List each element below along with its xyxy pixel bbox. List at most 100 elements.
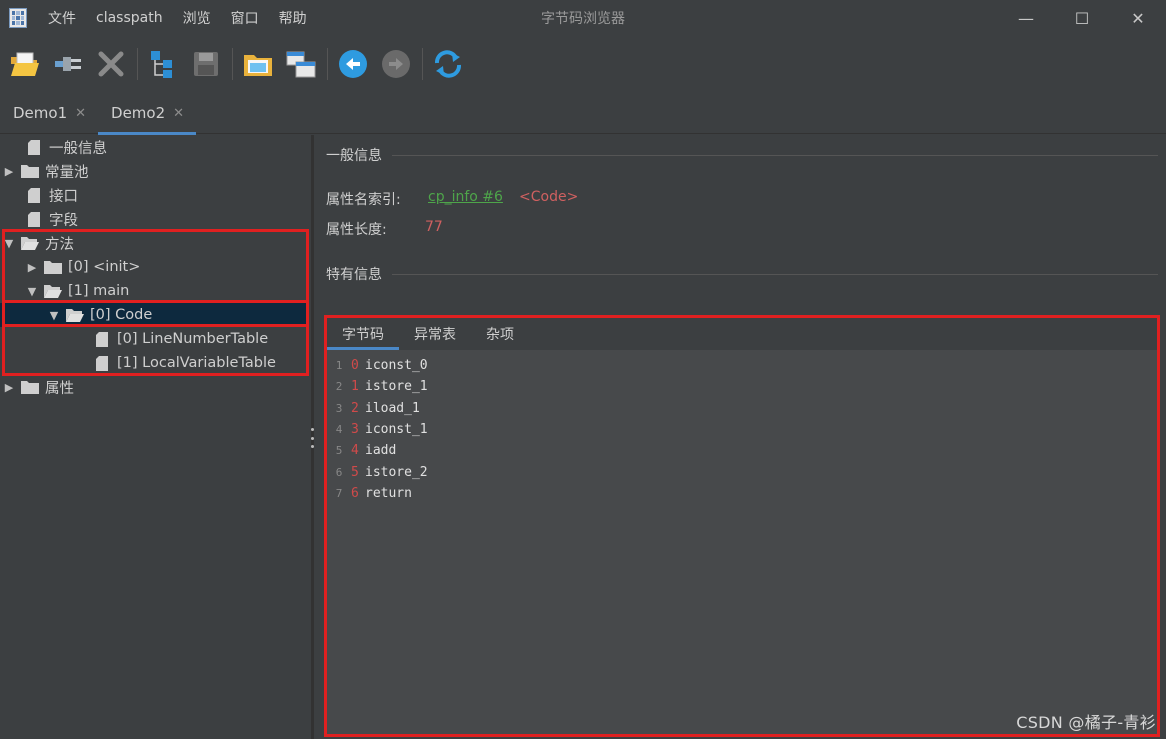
instruction: return	[365, 485, 412, 501]
length-label: 属性长度:	[326, 222, 387, 238]
close-tab-icon[interactable]: ✕	[173, 106, 184, 121]
minimize-button[interactable]: —	[998, 0, 1054, 36]
line-number: 3	[335, 401, 343, 415]
menu-window[interactable]: 窗口	[221, 0, 269, 36]
menu-browse[interactable]: 浏览	[173, 0, 221, 36]
bytecode-offset: 0	[351, 358, 359, 374]
watermark: CSDN @橘子-青衫	[1016, 713, 1156, 732]
tree-item-fields[interactable]: 字段	[0, 207, 309, 231]
file-icon	[96, 331, 108, 347]
bytecode-offset: 2	[351, 400, 359, 416]
toolbar-separator	[327, 48, 328, 80]
bytecode-offset: 4	[351, 443, 359, 459]
specific-info-title: 特有信息	[326, 267, 382, 283]
line-number: 7	[335, 486, 343, 500]
collapse-arrow-icon[interactable]: ▼	[26, 285, 38, 298]
tab-label: Demo1	[13, 104, 68, 122]
tree-item-method-init[interactable]: ▶ [0] <init>	[0, 255, 309, 279]
detail-panel: 一般信息 属性名索引: cp_info #6 <Code> 属性长度: 77 特…	[314, 135, 1166, 739]
code-line: 7 6 return	[327, 483, 1157, 504]
expand-arrow-icon[interactable]: ▶	[3, 165, 15, 178]
connect-icon[interactable]	[49, 44, 87, 84]
line-number: 6	[335, 465, 343, 479]
detail-tabs: 字节码 异常表 杂项	[327, 318, 1157, 350]
menu-bar: 文件 classpath 浏览 窗口 帮助	[38, 0, 317, 36]
close-tab-icon[interactable]: ✕	[75, 106, 86, 121]
tree-item-code[interactable]: ▼ [0] Code	[0, 303, 309, 327]
tree-item-label: [0] LineNumberTable	[117, 331, 269, 347]
expand-arrow-icon[interactable]: ▶	[26, 261, 38, 274]
tree-item-label: 属性	[45, 380, 74, 397]
bytecode-offset: 6	[351, 485, 359, 501]
window-icon[interactable]	[282, 44, 320, 84]
folder-icon	[44, 261, 62, 274]
menu-classpath[interactable]: classpath	[86, 0, 173, 36]
tree-item-interfaces[interactable]: 接口	[0, 183, 309, 207]
forward-icon[interactable]	[377, 44, 415, 84]
divider	[392, 274, 1158, 275]
open-file-icon[interactable]	[6, 44, 44, 84]
tree-item-label: 接口	[49, 188, 78, 205]
open-folder-icon[interactable]	[239, 44, 277, 84]
app-icon	[9, 8, 27, 28]
bytecode-panel: 字节码 异常表 杂项 1 0 iconst_0 2 1 istore_1 3 2…	[324, 315, 1160, 737]
toolbar-separator	[137, 48, 138, 80]
tab-demo2[interactable]: Demo2 ✕	[98, 92, 197, 135]
instruction: iadd	[365, 443, 397, 459]
instruction: iconst_1	[365, 422, 428, 438]
collapse-arrow-icon[interactable]: ▼	[48, 309, 60, 322]
folder-icon	[21, 165, 39, 178]
title-bar: 文件 classpath 浏览 窗口 帮助 字节码浏览器 — ☐ ✕	[0, 0, 1166, 36]
tree-item-general-info[interactable]: 一般信息	[0, 135, 309, 159]
general-info-title: 一般信息	[326, 148, 382, 164]
tree-item-label: 方法	[45, 236, 74, 253]
class-tree: 一般信息 ▶ 常量池 接口 字段 ▼ 方法 ▶ [0] <init> ▼ [1]…	[0, 135, 311, 739]
close-window-button[interactable]: ✕	[1110, 0, 1166, 36]
close-file-icon[interactable]	[92, 44, 130, 84]
bytecode-offset: 3	[351, 422, 359, 438]
file-icon	[28, 211, 40, 227]
tab-bytecode[interactable]: 字节码	[327, 318, 399, 350]
tree-icon[interactable]	[144, 44, 182, 84]
toolbar-separator	[232, 48, 233, 80]
divider	[392, 155, 1158, 156]
bytecode-listing[interactable]: 1 0 iconst_0 2 1 istore_1 3 2 iload_1 4 …	[327, 350, 1157, 734]
tree-item-label: [1] LocalVariableTable	[117, 355, 276, 371]
menu-help[interactable]: 帮助	[269, 0, 317, 36]
instruction: istore_1	[365, 379, 428, 395]
tree-item-attributes[interactable]: ▶ 属性	[0, 375, 309, 399]
menu-file[interactable]: 文件	[38, 0, 86, 36]
code-line: 4 3 iconst_1	[327, 419, 1157, 440]
expand-arrow-icon[interactable]: ▶	[3, 381, 15, 394]
length-value: 77	[425, 219, 443, 235]
tab-exception-table[interactable]: 异常表	[399, 318, 471, 350]
tree-item-constant-pool[interactable]: ▶ 常量池	[0, 159, 309, 183]
tree-item-line-number-table[interactable]: [0] LineNumberTable	[0, 327, 309, 351]
instruction: iload_1	[365, 400, 420, 416]
tree-item-method-main[interactable]: ▼ [1] main	[0, 279, 309, 303]
tree-item-label: 常量池	[45, 164, 89, 181]
maximize-button[interactable]: ☐	[1054, 0, 1110, 36]
refresh-icon[interactable]	[429, 44, 467, 84]
tree-item-local-variable-table[interactable]: [1] LocalVariableTable	[0, 351, 309, 375]
name-index-label: 属性名索引:	[326, 192, 401, 208]
tab-misc[interactable]: 杂项	[471, 318, 529, 350]
back-icon[interactable]	[334, 44, 372, 84]
open-folder-icon	[44, 285, 62, 298]
tree-item-methods[interactable]: ▼ 方法	[0, 231, 309, 255]
name-index-link[interactable]: cp_info #6	[428, 189, 503, 205]
line-number: 2	[335, 380, 343, 394]
line-number: 4	[335, 423, 343, 437]
file-icon	[28, 187, 40, 203]
instruction: iconst_0	[365, 358, 428, 374]
folder-icon	[21, 381, 39, 394]
save-icon[interactable]	[187, 44, 225, 84]
line-number: 1	[335, 359, 343, 373]
open-folder-icon	[21, 237, 39, 250]
file-tabs: Demo1 ✕ Demo2 ✕	[0, 92, 1166, 135]
collapse-arrow-icon[interactable]: ▼	[3, 237, 15, 250]
code-line: 1 0 iconst_0	[327, 355, 1157, 376]
tab-demo1[interactable]: Demo1 ✕	[0, 92, 98, 134]
tree-item-label: 字段	[49, 212, 78, 229]
open-folder-icon	[66, 309, 84, 322]
